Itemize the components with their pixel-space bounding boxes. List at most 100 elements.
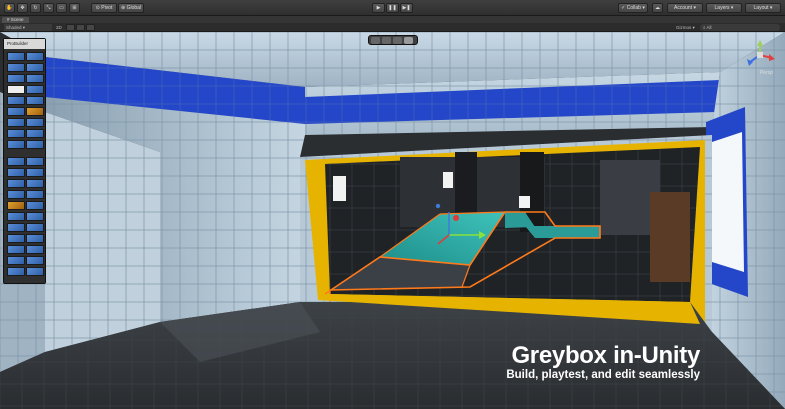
global-label: Global <box>126 5 142 11</box>
export-icon[interactable] <box>26 96 44 105</box>
caption-subtitle: Build, playtest, and edit seamlessly <box>506 369 700 381</box>
check-icon: ✓ <box>621 5 626 11</box>
checker-icon[interactable] <box>7 85 25 94</box>
transform-icon[interactable]: ⊞ <box>69 3 80 13</box>
collab-dropdown[interactable]: ✓ Collab ▾ <box>618 3 648 13</box>
play-icon: ▶ <box>376 5 381 11</box>
subdivide-edges-icon[interactable] <box>26 212 44 221</box>
collab-label: Collab <box>626 5 641 11</box>
light-panel-mid <box>443 172 453 188</box>
pivot-toggle[interactable]: ⊙ Pivot <box>91 3 117 13</box>
account-label: Account <box>674 5 693 11</box>
new-shape-icon[interactable] <box>7 52 25 61</box>
vertex-colors-icon[interactable] <box>26 74 44 83</box>
uv-editor-icon[interactable] <box>7 74 25 83</box>
extrude-icon[interactable] <box>7 190 25 199</box>
scene-search-placeholder: All <box>706 25 712 30</box>
bevel-icon[interactable] <box>26 190 44 199</box>
grow-selection-icon[interactable] <box>26 157 44 166</box>
edge-select-icon[interactable] <box>382 37 391 44</box>
detach-faces-icon[interactable] <box>7 245 25 254</box>
play-button[interactable]: ▶ <box>372 3 385 13</box>
set-trigger-icon[interactable] <box>7 157 25 166</box>
new-poly-shape-icon[interactable] <box>26 52 44 61</box>
scene-search-input[interactable]: ⌕ All <box>700 24 780 31</box>
split-vertices-icon[interactable] <box>26 234 44 243</box>
face-select-icon[interactable] <box>393 37 402 44</box>
select-loop-icon[interactable] <box>26 168 44 177</box>
projection-label[interactable]: Persp <box>760 70 773 76</box>
connect-edges-icon[interactable] <box>26 201 44 210</box>
smoothing-icon[interactable] <box>7 63 25 72</box>
gizmos-label: Gizmos <box>676 25 692 30</box>
subdivide-faces-icon[interactable] <box>7 267 25 276</box>
rect-icon[interactable]: ▭ <box>56 3 67 13</box>
search-icon: ⌕ <box>703 25 706 30</box>
effects-toggle[interactable] <box>86 24 95 31</box>
step-icon: ▶❚ <box>402 5 411 11</box>
set-collider-icon[interactable] <box>26 140 44 149</box>
material-editor-icon[interactable] <box>26 63 44 72</box>
delete-faces-icon[interactable] <box>26 245 44 254</box>
rotate-icon[interactable]: ↻ <box>30 3 41 13</box>
pause-icon: ❚❚ <box>388 5 397 11</box>
mode-2d-toggle[interactable]: 2D <box>56 24 62 31</box>
axis-gizmo-icon <box>747 40 775 66</box>
merge-faces-icon[interactable] <box>7 256 25 265</box>
conform-normals-icon[interactable] <box>7 96 25 105</box>
scene-tabbar: # Scene <box>0 16 785 23</box>
mode-2d-label: 2D <box>56 25 62 30</box>
collapse-vertices-icon[interactable] <box>7 234 25 243</box>
triangulate-icon[interactable] <box>7 140 25 149</box>
shading-mode-label: Shaded <box>6 25 22 30</box>
object-select-icon[interactable] <box>404 37 413 44</box>
scene-tab-label: Scene <box>10 17 24 22</box>
pause-button[interactable]: ❚❚ <box>386 3 399 13</box>
pivot-icon: ⊙ <box>95 5 100 11</box>
center-pivot-icon[interactable] <box>26 85 44 94</box>
flip-normals-icon[interactable] <box>7 107 25 116</box>
flip-face-edge-icon[interactable] <box>26 256 44 265</box>
cloud-icon[interactable]: ☁ <box>652 3 663 13</box>
probuilder-title: ProBuilder <box>4 39 45 49</box>
move-icon[interactable]: ✥ <box>17 3 28 13</box>
mirror-objects-icon[interactable] <box>26 118 44 127</box>
bridge-edges-icon[interactable] <box>7 201 25 210</box>
layout-dropdown[interactable]: Layout ▾ <box>745 3 781 13</box>
globe-icon: ⊕ <box>121 5 126 11</box>
audio-toggle[interactable] <box>76 24 85 31</box>
scene-toolbar: Shaded ▾ 2D Gizmos ▾ ⌕ All <box>0 23 785 32</box>
fill-hole-icon[interactable] <box>7 223 25 232</box>
shading-mode-dropdown[interactable]: Shaded ▾ <box>4 24 52 31</box>
subdivide-object-icon[interactable] <box>26 129 44 138</box>
pro-builderize-icon[interactable] <box>7 129 25 138</box>
duplicate-faces-icon[interactable] <box>26 267 44 276</box>
select-hole-icon[interactable] <box>26 179 44 188</box>
scale-icon[interactable]: ⤡ <box>43 3 54 13</box>
shrink-selection-icon[interactable] <box>7 168 25 177</box>
freeze-transform-icon[interactable] <box>26 107 44 116</box>
pivot-label: Pivot <box>101 5 113 11</box>
vertex-select-icon[interactable] <box>371 37 380 44</box>
scene-viewport[interactable]: ProBuilder Persp Greybox in-Unity Build,… <box>0 32 785 409</box>
layout-label: Layout <box>753 5 769 11</box>
step-button[interactable]: ▶❚ <box>400 3 413 13</box>
orientation-gizmo[interactable] <box>745 40 775 70</box>
weld-vertices-icon[interactable] <box>26 223 44 232</box>
insert-edge-loop-icon[interactable] <box>7 212 25 221</box>
probuilder-panel: ProBuilder <box>3 38 46 284</box>
merge-objects-icon[interactable] <box>7 118 25 127</box>
light-panel-left <box>333 176 346 201</box>
scene-overlay-tools <box>368 35 418 45</box>
global-toggle[interactable]: ⊕ Global <box>118 3 144 13</box>
hand-icon[interactable]: ✋ <box>4 3 15 13</box>
layers-label: Layers <box>714 5 730 11</box>
main-toolbar: ✋ ✥ ↻ ⤡ ▭ ⊞ ⊙ Pivot ⊕ Global ▶ ❚❚ ▶❚ ✓ C… <box>0 0 785 16</box>
select-ring-icon[interactable] <box>7 179 25 188</box>
caption-title: Greybox in-Unity <box>511 342 700 369</box>
light-panel-right <box>519 196 530 208</box>
layers-dropdown[interactable]: Layers ▾ <box>706 3 742 13</box>
gizmos-dropdown[interactable]: Gizmos ▾ <box>676 24 695 31</box>
lighting-toggle[interactable] <box>66 24 75 31</box>
account-dropdown[interactable]: Account ▾ <box>667 3 703 13</box>
